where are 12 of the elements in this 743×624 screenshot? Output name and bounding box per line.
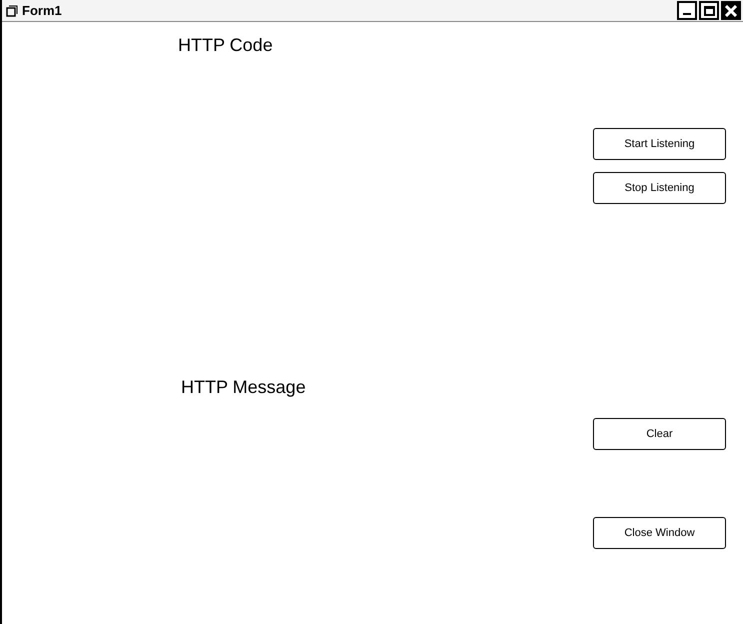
close-icon — [725, 4, 737, 16]
form-icon — [6, 4, 18, 16]
close-window-button[interactable]: Close Window — [593, 517, 726, 549]
window-title: Form1 — [22, 2, 62, 20]
field-label: HTTP Message — [181, 376, 307, 399]
start-listening-button[interactable]: Start Listening — [593, 128, 726, 160]
stop-listening-button[interactable]: Stop Listening — [593, 172, 726, 204]
close-button[interactable] — [721, 1, 741, 20]
minimize-button[interactable] — [677, 1, 697, 20]
field-label: HTTP Code — [178, 34, 274, 57]
maximize-button[interactable] — [699, 1, 719, 20]
clear-button[interactable]: Clear — [593, 418, 726, 450]
